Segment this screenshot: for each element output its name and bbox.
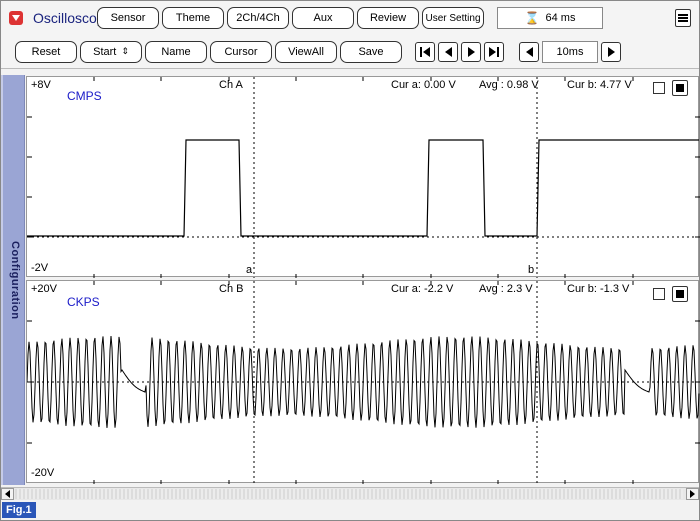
- oscilloscope-window: Oscilloscope Sensor Theme 2Ch/4Ch Aux Re…: [0, 0, 700, 521]
- skip-end-button[interactable]: [484, 41, 504, 62]
- start-button-label: Start: [93, 45, 117, 58]
- app-title: Oscilloscope: [33, 10, 113, 26]
- time-division-display: 10ms: [542, 40, 598, 63]
- zoom-decrease-icon: [525, 46, 533, 57]
- view-all-button[interactable]: ViewAll: [275, 40, 337, 63]
- channel-a-cursor-b-readout: Cur b: 4.77 V: [567, 79, 632, 91]
- configuration-tab[interactable]: Configuration: [1, 75, 25, 485]
- channel-b-checkbox[interactable]: [653, 288, 665, 300]
- channel-a-label: Ch A: [219, 79, 243, 91]
- scroll-left-button[interactable]: [1, 488, 14, 500]
- scroll-right-button[interactable]: [686, 488, 699, 500]
- channel-a-ymax: +8V: [31, 79, 51, 91]
- scrollbar-track[interactable]: [15, 489, 683, 499]
- channel-a-cursor-a-readout: Cur a: 0.00 V: [391, 79, 456, 91]
- reset-button[interactable]: Reset: [15, 40, 77, 63]
- scroll-right-icon: [690, 490, 695, 498]
- skip-start-icon: [423, 46, 430, 57]
- hourglass-icon: ⌛: [524, 11, 540, 25]
- app-menu-icon[interactable]: [9, 11, 23, 25]
- figure-label: Fig.1: [2, 502, 36, 518]
- channel-a-checkbox[interactable]: [653, 82, 665, 94]
- channel-b-waveform: [27, 281, 700, 484]
- horizontal-scrollbar[interactable]: [1, 487, 699, 500]
- start-button[interactable]: Start ⇕: [80, 40, 142, 63]
- updown-icon: ⇕: [121, 46, 129, 56]
- channel-b-ymax: +20V: [31, 283, 57, 295]
- top-toolbar: Oscilloscope Sensor Theme 2Ch/4Ch Aux Re…: [1, 1, 699, 35]
- scroll-left-icon: [5, 490, 10, 498]
- channel-b-stop-button[interactable]: [672, 286, 688, 302]
- step-forward-icon: [467, 46, 475, 57]
- channel-a-avg-readout: Avg : 0.98 V: [479, 79, 539, 91]
- aux-button[interactable]: Aux: [292, 7, 354, 29]
- channel-b-ymin: -20V: [31, 467, 55, 479]
- skip-start-button[interactable]: [415, 41, 435, 62]
- channel-b-cursor-b-readout: Cur b: -1.3 V: [567, 283, 630, 295]
- user-setting-button[interactable]: User Setting: [422, 7, 484, 29]
- review-button[interactable]: Review: [357, 7, 419, 29]
- zoom-increase-icon: [607, 46, 615, 57]
- theme-button[interactable]: Theme: [162, 7, 224, 29]
- sensor-button[interactable]: Sensor: [97, 7, 159, 29]
- channel-a-stop-button[interactable]: [672, 80, 688, 96]
- step-back-button[interactable]: [438, 41, 458, 62]
- channel-a-ymin: -2V: [31, 262, 49, 274]
- cursor-a-marker[interactable]: a: [246, 264, 252, 276]
- hamburger-menu-icon[interactable]: [675, 9, 691, 27]
- sample-time-display: ⌛ 64 ms: [497, 7, 603, 29]
- step-forward-button[interactable]: [461, 41, 481, 62]
- channel-mode-button[interactable]: 2Ch/4Ch: [227, 7, 289, 29]
- zoom-decrease-button[interactable]: [519, 41, 539, 62]
- skip-end-icon: [489, 46, 496, 57]
- channel-a-waveform: [27, 77, 700, 278]
- channel-b-cursor-a-readout: Cur a: -2.2 V: [391, 283, 454, 295]
- save-button[interactable]: Save: [340, 40, 402, 63]
- name-button[interactable]: Name: [145, 40, 207, 63]
- cursor-button[interactable]: Cursor: [210, 40, 272, 63]
- channel-b-label: Ch B: [219, 283, 244, 295]
- zoom-increase-button[interactable]: [601, 41, 621, 62]
- channel-b-avg-readout: Avg : 2.3 V: [479, 283, 533, 295]
- channel-b-plot[interactable]: +20V -20V CKPS Ch B Cur a: -2.2 V Avg : …: [26, 280, 700, 484]
- bottom-toolbar: Reset Start ⇕ Name Cursor ViewAll Save 1…: [1, 35, 699, 69]
- step-back-icon: [444, 46, 452, 57]
- channel-a-plot[interactable]: +8V -2V CMPS Ch A Cur a: 0.00 V Avg : 0.…: [26, 76, 700, 278]
- channel-b-signal-name: CKPS: [67, 295, 100, 309]
- channel-a-signal-name: CMPS: [67, 89, 102, 103]
- cursor-b-marker[interactable]: b: [528, 264, 534, 276]
- configuration-tab-label: Configuration: [9, 240, 21, 320]
- sample-time-value: 64 ms: [545, 12, 576, 24]
